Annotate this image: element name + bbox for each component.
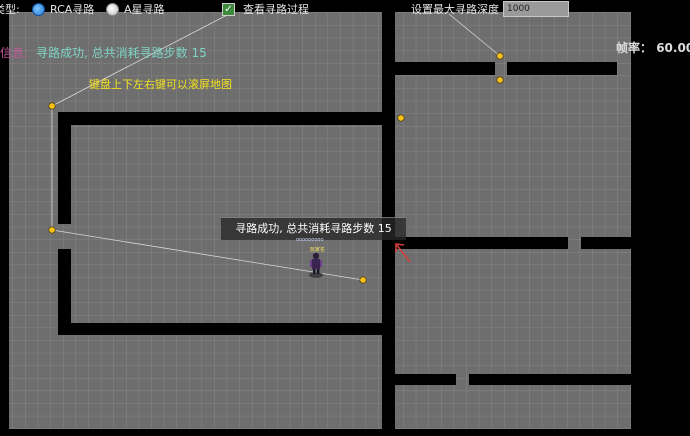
wall-right-top-b bbox=[507, 62, 617, 75]
fps-label: 帧率： bbox=[616, 41, 653, 55]
rca-option-label[interactable]: RCA寻路 bbox=[50, 3, 94, 17]
scroll-hint: 键盘上下左右键可以滚屏地图 bbox=[89, 78, 232, 91]
waypoint-icon bbox=[496, 52, 504, 60]
wall-room-top bbox=[58, 112, 382, 125]
show-process-checkbox[interactable]: ✓ bbox=[222, 3, 235, 16]
info-label: 信息: bbox=[0, 46, 29, 60]
game-stage[interactable]: 类型: RCA寻路 A星寻路 ✓ 查看寻路过程 设置最大寻路深度 信息: 寻路成功… bbox=[0, 0, 690, 436]
wall-left-border bbox=[0, 0, 9, 436]
waypoint-icon bbox=[48, 102, 56, 110]
wall-room-left-upper bbox=[58, 112, 71, 224]
info-message: 寻路成功, 总共消耗寻路步数 15 bbox=[36, 46, 207, 60]
radio-unselected-icon[interactable] bbox=[107, 4, 118, 15]
wall-right-top-a bbox=[395, 62, 495, 75]
character-label: ooooooooo bbox=[296, 237, 324, 243]
max-depth-input[interactable] bbox=[503, 1, 569, 17]
wall-bottom-border bbox=[0, 429, 690, 436]
wall-right-mid-b bbox=[581, 237, 631, 249]
checkmark-icon: ✓ bbox=[224, 4, 233, 15]
waypoint-icon bbox=[397, 114, 405, 122]
waypoint-icon bbox=[48, 226, 56, 234]
radio-selected-icon[interactable] bbox=[33, 4, 44, 15]
fps-value: 60.00 bbox=[656, 41, 690, 55]
wall-right-bottom-b bbox=[469, 374, 631, 385]
wall-right-bottom-a bbox=[395, 374, 456, 385]
show-process-label[interactable]: 查看寻路过程 bbox=[243, 3, 309, 17]
wall-right-mid-a bbox=[395, 237, 568, 249]
max-depth-label: 设置最大寻路深度 bbox=[411, 3, 499, 16]
info-line: 信息: 寻路成功, 总共消耗寻路步数 15 bbox=[0, 44, 207, 61]
wall-right-border bbox=[631, 0, 690, 436]
wall-room-bottom bbox=[58, 323, 382, 335]
astar-option-label[interactable]: A星寻路 bbox=[124, 3, 165, 17]
waypoint-icon bbox=[359, 276, 367, 284]
fps-display: 帧率： 60.00 bbox=[616, 39, 690, 56]
character-name: 玩家名 bbox=[310, 247, 326, 253]
path-type-label: 类型: bbox=[0, 3, 20, 16]
wall-room-left-lower bbox=[58, 249, 71, 335]
waypoint-icon bbox=[496, 76, 504, 84]
